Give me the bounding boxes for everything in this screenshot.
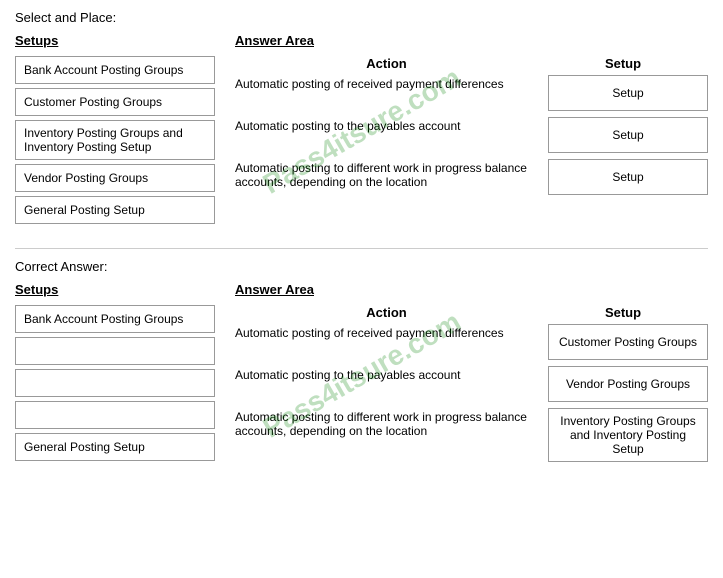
answer-row-c3: Automatic posting to different work in p… (235, 408, 708, 462)
setup-item-3[interactable]: Inventory Posting Groups and Inventory P… (15, 120, 215, 160)
section1-action-col-header: Action (235, 56, 538, 71)
answer-row-3: Automatic posting to different work in p… (235, 159, 708, 195)
action-text-1: Automatic posting of received payment di… (235, 75, 538, 111)
setup-item-4[interactable]: Vendor Posting Groups (15, 164, 215, 192)
action-text-c3: Automatic posting to different work in p… (235, 408, 538, 462)
section2-setups: Setups Bank Account Posting Groups Gener… (15, 282, 215, 468)
section1-setups-label: Setups (15, 33, 215, 48)
answer-row-c2: Automatic posting to the payables accoun… (235, 366, 708, 402)
action-text-2: Automatic posting to the payables accoun… (235, 117, 538, 153)
section1-answer-label: Answer Area (235, 33, 708, 48)
section2-table-header: Action Setup (235, 305, 708, 320)
section2-action-col-header: Action (235, 305, 538, 320)
answer-row-c1: Automatic posting of received payment di… (235, 324, 708, 360)
section2-setup-col-header: Setup (538, 305, 708, 320)
answer-row-2: Automatic posting to the payables accoun… (235, 117, 708, 153)
section-divider (15, 248, 708, 249)
setup-item-c5[interactable]: General Posting Setup (15, 433, 215, 461)
action-text-3: Automatic posting to different work in p… (235, 159, 538, 195)
section2-setups-label: Setups (15, 282, 215, 297)
setup-box-c3[interactable]: Inventory Posting Groups and Inventory P… (548, 408, 708, 462)
setup-item-5[interactable]: General Posting Setup (15, 196, 215, 224)
setup-box-2[interactable]: Setup (548, 117, 708, 153)
setup-box-1[interactable]: Setup (548, 75, 708, 111)
setup-item-1[interactable]: Bank Account Posting Groups (15, 56, 215, 84)
action-text-c1: Automatic posting of received payment di… (235, 324, 538, 360)
select-and-place-label: Select and Place: (15, 10, 708, 25)
section2-answer-panel: Answer Area Action Setup Automatic posti… (235, 282, 708, 468)
setup-item-c4[interactable] (15, 401, 215, 429)
section1-setups: Setups Bank Account Posting Groups Custo… (15, 33, 215, 228)
section2-panel: Pass4itsure.com Setups Bank Account Post… (15, 282, 708, 468)
section2-answer-table: Action Setup Automatic posting of receiv… (235, 305, 708, 462)
setup-box-c1[interactable]: Customer Posting Groups (548, 324, 708, 360)
section1-panel: Pass4itsure.com Setups Bank Account Post… (15, 33, 708, 228)
setup-item-c3[interactable] (15, 369, 215, 397)
section1-answer-table: Action Setup Automatic posting of receiv… (235, 56, 708, 195)
section1-table-header: Action Setup (235, 56, 708, 71)
setup-item-c1[interactable]: Bank Account Posting Groups (15, 305, 215, 333)
correct-answer-label: Correct Answer: (15, 259, 708, 274)
setup-item-c2[interactable] (15, 337, 215, 365)
section2-answer-label: Answer Area (235, 282, 708, 297)
section1-setup-col-header: Setup (538, 56, 708, 71)
setup-box-3[interactable]: Setup (548, 159, 708, 195)
section1-answer-panel: Answer Area Action Setup Automatic posti… (235, 33, 708, 228)
action-text-c2: Automatic posting to the payables accoun… (235, 366, 538, 402)
setup-item-2[interactable]: Customer Posting Groups (15, 88, 215, 116)
setup-box-c2[interactable]: Vendor Posting Groups (548, 366, 708, 402)
answer-row-1: Automatic posting of received payment di… (235, 75, 708, 111)
